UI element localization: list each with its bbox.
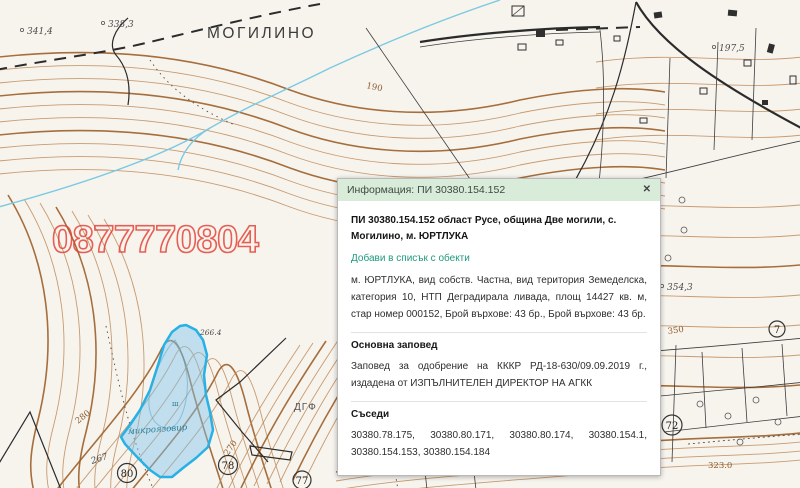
contour-label-323: 323.0 (708, 461, 732, 471)
circled-number-77: 77 (296, 476, 309, 487)
circled-number-80: 80 (121, 469, 134, 480)
panel-header: Информация: ПИ 30380.154.152 ✕ (338, 179, 660, 201)
add-to-object-list-link[interactable]: Добави в списък с обекти (351, 253, 647, 264)
area-label-dgf: ДГФ (294, 402, 317, 413)
neighbors-section: Съседи 30380.78.175, 30380.80.171, 30380… (351, 401, 647, 461)
spot-height-266: 266.4 (199, 328, 222, 337)
spot-height-197: 197,5 (719, 44, 745, 54)
close-icon[interactable]: ✕ (643, 185, 651, 195)
panel-header-title: Информация: ПИ 30380.154.152 (347, 184, 505, 196)
neighbors-list-text: 30380.78.175, 30380.80.171, 30380.80.174… (351, 427, 647, 461)
neighbors-section-heading: Съседи (351, 409, 647, 420)
order-section: Основна заповед Заповед за одобрение на … (351, 332, 647, 392)
place-name-label: МОГИЛИНО (207, 25, 316, 42)
parcel-info-panel: Информация: ПИ 30380.154.152 ✕ ПИ 30380.… (337, 178, 661, 476)
spot-height-354: 354,3 (667, 283, 693, 293)
parcel-mark-label: ш (172, 400, 179, 408)
panel-body: ПИ 30380.154.152 област Русе, община Две… (338, 201, 660, 475)
contour-label-350: 350 (667, 325, 684, 337)
selected-parcel-polygon[interactable]: микроязовир ш (121, 325, 213, 477)
circled-number-72: 72 (666, 421, 679, 432)
spot-height-341: 341,4 (27, 27, 53, 37)
contour-label-190: 190 (365, 81, 383, 94)
circled-number-78: 78 (222, 461, 235, 472)
order-section-text: Заповед за одобрение на КККР РД-18-630/0… (351, 358, 647, 392)
parcel-title: ПИ 30380.154.152 област Русе, община Две… (351, 213, 647, 244)
spot-height-338: 338,3 (108, 20, 134, 30)
spot-height-267: 267 (89, 452, 110, 467)
phone-watermark: 0877770804 (52, 219, 259, 261)
parcel-details-text: м. ЮРТЛУКА, вид собств. Частна, вид тери… (351, 272, 647, 323)
circled-number-7: 7 (774, 325, 780, 336)
map-viewport[interactable]: микроязовир ш МОГИЛИНО ДГФ 341,4 338,3 1… (0, 0, 800, 488)
order-section-heading: Основна заповед (351, 340, 647, 351)
